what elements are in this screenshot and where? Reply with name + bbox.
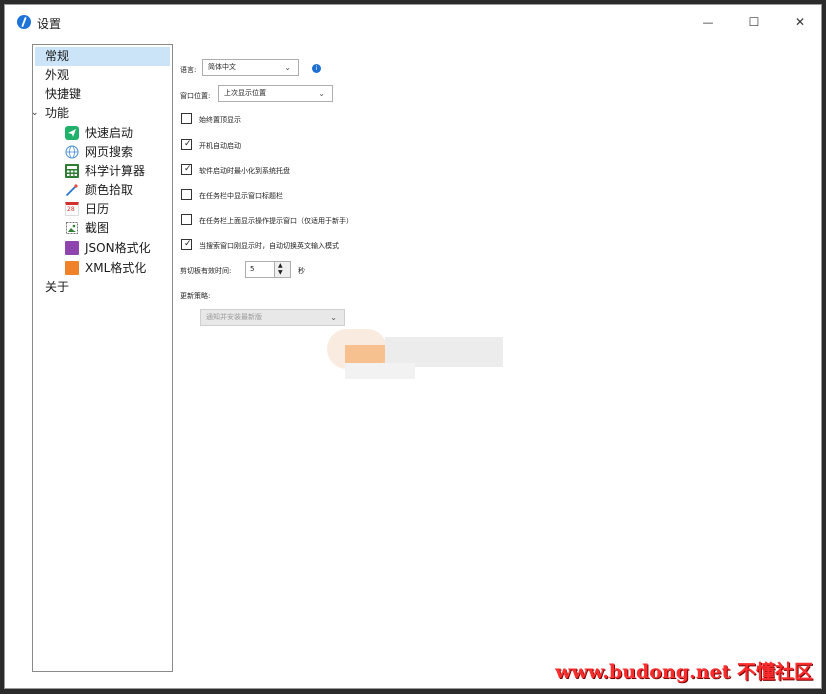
nav-item-xml-format[interactable]: XML格式化 bbox=[65, 259, 165, 278]
show-tips-window-label: 在任务栏上面显示操作提示窗口（仅适用于新手） bbox=[199, 217, 353, 225]
nav-item-json-format[interactable]: JSON格式化 bbox=[65, 239, 165, 258]
stepper-up-icon[interactable]: ▲ bbox=[278, 262, 283, 269]
settings-nav-tree: 常规 外观 快捷键 ⌄ 功能 快速启动 网页搜索 科学计算器 颜色拾取 28 日… bbox=[31, 44, 173, 672]
close-button[interactable]: ✕ bbox=[777, 5, 823, 39]
calendar-icon: 28 bbox=[65, 202, 79, 216]
auto-start-label: 开机自动启动 bbox=[199, 142, 241, 150]
nav-item-label: 截图 bbox=[85, 221, 110, 235]
general-settings-panel: 语言: 简体中文 ⌄ i 窗口位置: 上次显示位置 ⌄ 始终置顶显示 ✓ 开机自… bbox=[175, 44, 815, 672]
app-logo-icon bbox=[17, 15, 31, 29]
update-policy-label: 更新策略: bbox=[180, 292, 211, 300]
nav-item-hotkeys[interactable]: 快捷键 bbox=[45, 85, 81, 104]
auto-english-input-checkbox[interactable]: ✓ bbox=[181, 239, 192, 250]
stepper-down-icon[interactable]: ▼ bbox=[278, 269, 283, 276]
xml-file-icon bbox=[65, 261, 79, 275]
blurred-region bbox=[327, 329, 503, 379]
nav-item-label: 关于 bbox=[45, 280, 70, 294]
nav-item-color-picker[interactable]: 颜色拾取 bbox=[65, 181, 165, 200]
chevron-down-icon: ⌄ bbox=[284, 63, 291, 72]
send-icon bbox=[65, 126, 79, 140]
window-position-label: 窗口位置: bbox=[180, 92, 211, 100]
nav-item-general[interactable]: 常规 bbox=[35, 47, 170, 66]
nav-item-about[interactable]: 关于 bbox=[45, 278, 69, 297]
maximize-icon: ☐ bbox=[748, 15, 760, 29]
nav-item-label: 颜色拾取 bbox=[85, 183, 134, 197]
settings-window: 设置 — ☐ ✕ 常规 外观 快捷键 ⌄ 功能 快速启动 网页搜索 科学计算器 … bbox=[4, 4, 822, 689]
nav-item-features[interactable]: ⌄ 功能 bbox=[31, 104, 113, 123]
checkmark-icon: ✓ bbox=[184, 239, 192, 249]
clipboard-timeout-value[interactable]: 5 bbox=[250, 262, 254, 277]
nav-item-quick-launch[interactable]: 快速启动 bbox=[65, 124, 165, 143]
nav-item-screenshot[interactable]: 截图 bbox=[65, 219, 165, 238]
calendar-day: 28 bbox=[67, 206, 75, 213]
calculator-icon bbox=[65, 164, 79, 178]
chevron-down-icon[interactable]: ⌄ bbox=[31, 104, 39, 123]
nav-item-appearance[interactable]: 外观 bbox=[45, 66, 69, 85]
close-icon: ✕ bbox=[794, 15, 806, 29]
window-position-select[interactable]: 上次显示位置 ⌄ bbox=[218, 85, 333, 102]
window-position-value: 上次显示位置 bbox=[224, 89, 266, 97]
clipboard-timeout-stepper[interactable]: 5 ▲ ▼ bbox=[245, 261, 291, 278]
watermark: www.budong.net 不懂社区 bbox=[555, 661, 813, 683]
nav-item-label: 外观 bbox=[45, 68, 70, 82]
minimize-icon: — bbox=[702, 15, 714, 29]
nav-item-label: 功能 bbox=[45, 106, 70, 120]
nav-item-calendar[interactable]: 28 日历 bbox=[65, 200, 165, 219]
seconds-unit-label: 秒 bbox=[298, 267, 305, 275]
auto-start-checkbox[interactable]: ✓ bbox=[181, 139, 192, 150]
maximize-button[interactable]: ☐ bbox=[731, 5, 777, 39]
chevron-down-icon: ⌄ bbox=[330, 313, 337, 322]
minimize-button[interactable]: — bbox=[685, 5, 731, 39]
always-on-top-label: 始终置顶显示 bbox=[199, 116, 241, 124]
info-icon[interactable]: i bbox=[312, 64, 321, 73]
stepper-buttons: ▲ ▼ bbox=[274, 262, 290, 277]
nav-item-label: 日历 bbox=[85, 202, 110, 216]
language-select[interactable]: 简体中文 ⌄ bbox=[202, 59, 299, 76]
chevron-down-icon: ⌄ bbox=[318, 89, 325, 98]
show-tips-window-checkbox[interactable] bbox=[181, 214, 192, 225]
clipboard-timeout-label: 剪切板有效时间: bbox=[180, 267, 232, 275]
eyedropper-icon bbox=[65, 183, 79, 197]
nav-item-label: 快捷键 bbox=[45, 87, 82, 101]
update-policy-select[interactable]: 通知并安装最新版 ⌄ bbox=[200, 309, 345, 326]
nav-item-label: 网页搜索 bbox=[85, 145, 134, 159]
nav-item-calculator[interactable]: 科学计算器 bbox=[65, 162, 165, 181]
minimize-to-tray-checkbox[interactable]: ✓ bbox=[181, 164, 192, 175]
nav-item-label: JSON格式化 bbox=[85, 241, 151, 255]
minimize-to-tray-label: 软件启动时最小化到系统托盘 bbox=[199, 167, 290, 175]
always-on-top-checkbox[interactable] bbox=[181, 113, 192, 124]
language-label: 语言: bbox=[180, 66, 197, 74]
checkmark-icon: ✓ bbox=[184, 139, 192, 149]
nav-item-label: 快速启动 bbox=[85, 126, 134, 140]
title-bar: 设置 — ☐ ✕ bbox=[5, 5, 821, 39]
show-title-in-taskbar-label: 在任务栏中显示窗口标题栏 bbox=[199, 192, 283, 200]
update-policy-value: 通知并安装最新版 bbox=[206, 313, 262, 321]
show-title-in-taskbar-checkbox[interactable] bbox=[181, 189, 192, 200]
nav-item-label: 科学计算器 bbox=[85, 164, 146, 178]
screenshot-icon bbox=[65, 221, 79, 235]
language-value: 简体中文 bbox=[208, 63, 236, 71]
nav-item-label: XML格式化 bbox=[85, 261, 147, 275]
window-title: 设置 bbox=[37, 17, 62, 31]
nav-item-label: 常规 bbox=[45, 49, 70, 63]
globe-icon bbox=[65, 145, 79, 159]
json-file-icon bbox=[65, 241, 79, 255]
nav-item-web-search[interactable]: 网页搜索 bbox=[65, 143, 165, 162]
auto-english-input-label: 当搜索窗口刚显示时，自动切换英文输入模式 bbox=[199, 242, 339, 250]
checkmark-icon: ✓ bbox=[184, 164, 192, 174]
